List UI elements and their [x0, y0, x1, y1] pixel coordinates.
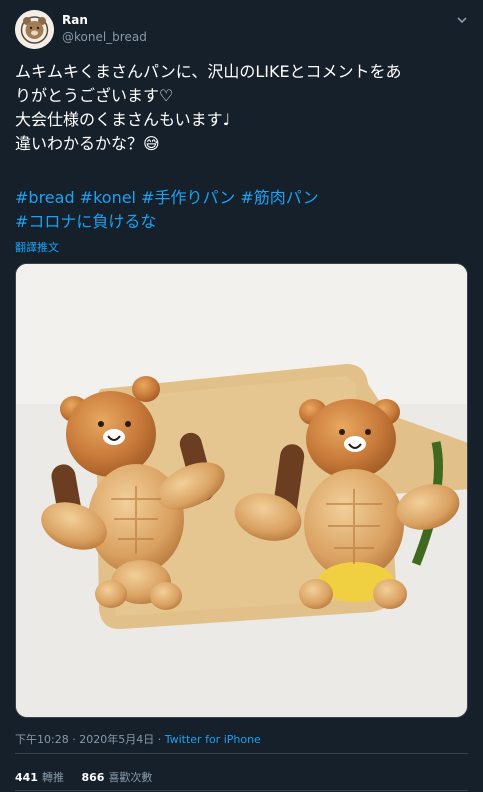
tweet-photo[interactable]	[15, 263, 468, 718]
tweet-text: ムキムキくまさんパンに、沢山のLIKEとコメントをあ りがとうございます♡ 大会…	[15, 60, 470, 156]
avatar[interactable]	[15, 10, 54, 49]
retweets-label: 轉推	[41, 771, 64, 784]
tweet-line: 違いわかるかな？😅	[15, 134, 160, 153]
retweets-stat[interactable]: 441 轉推	[15, 771, 64, 784]
meta-separator: ·	[154, 733, 165, 746]
author-handle[interactable]: @konel_bread	[62, 30, 147, 44]
divider	[15, 790, 468, 791]
tweet-time[interactable]: 下午10:28	[15, 733, 69, 746]
tweet-line: 大会仕様のくまさんもいます♩	[15, 110, 231, 129]
tweet-date[interactable]: 2020年5月4日	[79, 733, 154, 746]
hashtag-link[interactable]: #コロナに負けるな	[15, 210, 470, 234]
author-display-name[interactable]: Ran	[62, 13, 88, 27]
hashtags: #bread #konel #手作りパン #筋肉パン #コロナに負けるな	[15, 186, 470, 234]
tweet-line: りがとうございます♡	[15, 86, 174, 105]
chevron-down-icon[interactable]	[455, 13, 469, 27]
tweet-line: ムキムキくまさんパンに、沢山のLIKEとコメントをあ	[15, 62, 402, 81]
divider	[15, 753, 468, 754]
bear-bread-photo	[16, 264, 467, 717]
tweet-meta: 下午10:28 · 2020年5月4日 · Twitter for iPhone	[15, 731, 261, 747]
hashtag-link[interactable]: #bread #konel #手作りパン #筋肉パン	[15, 186, 470, 210]
bear-avatar-icon	[15, 10, 54, 49]
tweet-source-link[interactable]: Twitter for iPhone	[165, 733, 261, 746]
meta-separator: ·	[68, 733, 80, 746]
likes-stat[interactable]: 866 喜歡次數	[81, 771, 152, 784]
retweets-count: 441	[15, 771, 38, 784]
tweet-stats: 441 轉推 866 喜歡次數	[15, 769, 166, 785]
likes-label: 喜歡次數	[108, 771, 153, 784]
likes-count: 866	[81, 771, 105, 784]
translate-tweet-link[interactable]: 翻譯推文	[15, 239, 59, 255]
